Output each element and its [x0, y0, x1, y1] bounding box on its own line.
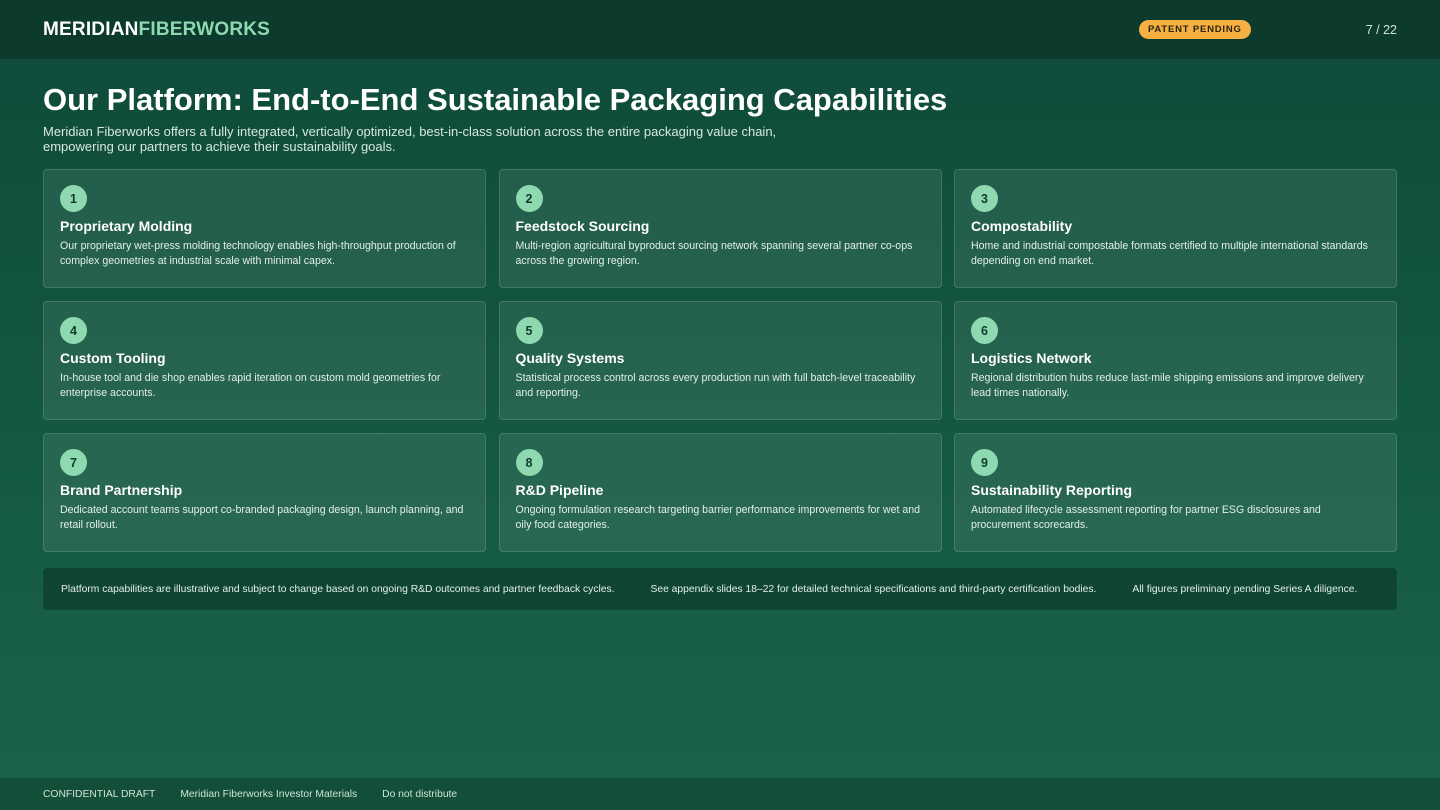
footer-text: Do not distribute [382, 788, 458, 800]
card-title: Quality Systems [515, 350, 625, 366]
card-description: Automated lifecycle assessment reporting… [971, 504, 1321, 531]
capability-card: 6 Logistics Network Regional distributio… [954, 301, 1397, 420]
brand-logo: MERIDIANFIBERWORKS [43, 19, 270, 41]
patent-pending-badge: PATENT PENDING [1139, 20, 1251, 39]
logo-text-accent: FIBERWORKS [138, 18, 271, 40]
capability-card: 9 Sustainability Reporting Automated lif… [954, 433, 1397, 552]
slide-title: Our Platform: End-to-End Sustainable Pac… [43, 82, 948, 117]
card-number-badge: 6 [971, 317, 998, 344]
page-indicator: 7 / 22 [1365, 23, 1397, 37]
note-text: Platform capabilities are illustrative a… [61, 583, 615, 595]
card-description: Ongoing formulation research targeting b… [515, 504, 921, 531]
card-number-badge: 9 [971, 449, 998, 476]
card-number-badge: 3 [971, 185, 998, 212]
card-title: Custom Tooling [60, 350, 166, 366]
capability-card: 7 Brand Partnership Dedicated account te… [43, 433, 486, 552]
card-description: Regional distribution hubs reduce last-m… [971, 372, 1364, 399]
card-title: R&D Pipeline [515, 482, 604, 498]
capability-grid: 1 Proprietary Molding Our proprietary we… [43, 169, 1397, 552]
capability-card: 8 R&D Pipeline Ongoing formulation resea… [498, 433, 942, 552]
card-title: Proprietary Molding [60, 218, 193, 234]
capability-card: 3 Compostability Home and industrial com… [954, 169, 1397, 288]
capability-card: 5 Quality Systems Statistical process co… [498, 301, 942, 420]
card-number-badge: 5 [515, 317, 543, 344]
card-number-badge: 7 [60, 449, 87, 476]
disclaimer-notes: Platform capabilities are illustrative a… [43, 568, 1397, 610]
top-bar: MERIDIANFIBERWORKS PATENT PENDING 7 / 22 [0, 0, 1440, 59]
capability-card: 2 Feedstock Sourcing Multi-region agricu… [498, 169, 942, 288]
card-number-badge: 1 [60, 185, 87, 212]
footer-text: Meridian Fiberworks Investor Materials [180, 788, 358, 800]
card-title: Brand Partnership [60, 482, 183, 498]
card-number-badge: 2 [515, 185, 543, 212]
card-description: Our proprietary wet-press molding techno… [60, 240, 456, 267]
footer-bar: CONFIDENTIAL DRAFT Meridian Fiberworks I… [0, 778, 1440, 810]
slide-subtitle: Meridian Fiberworks offers a fully integ… [43, 124, 777, 154]
card-number-badge: 4 [60, 317, 87, 344]
card-description: Dedicated account teams support co-brand… [60, 504, 464, 531]
card-description: Home and industrial compostable formats … [971, 240, 1368, 267]
capability-card: 4 Custom Tooling In-house tool and die s… [43, 301, 486, 420]
card-title: Sustainability Reporting [971, 482, 1133, 498]
card-description: Multi-region agricultural byproduct sour… [515, 240, 913, 267]
capability-card: 1 Proprietary Molding Our proprietary we… [43, 169, 486, 288]
card-title: Logistics Network [971, 350, 1092, 366]
card-description: In-house tool and die shop enables rapid… [60, 372, 441, 399]
card-title: Compostability [971, 218, 1073, 234]
card-title: Feedstock Sourcing [515, 218, 650, 234]
footer-text: CONFIDENTIAL DRAFT [43, 788, 156, 800]
logo-text-primary: MERIDIAN [43, 18, 139, 40]
note-text: See appendix slides 18–22 for detailed t… [650, 583, 1097, 595]
note-text: All figures preliminary pending Series A… [1132, 583, 1358, 595]
card-number-badge: 8 [515, 449, 543, 476]
card-description: Statistical process control across every… [515, 372, 916, 399]
